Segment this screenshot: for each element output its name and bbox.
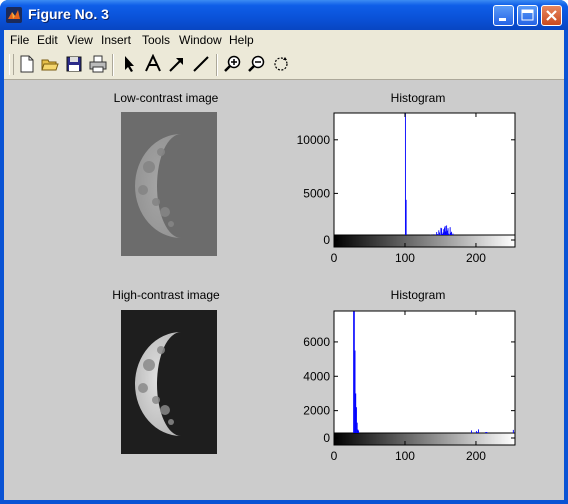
close-button[interactable]	[541, 5, 562, 26]
x-tick-label: 200	[466, 449, 486, 463]
insert-line-icon[interactable]	[191, 54, 211, 74]
client-area: File Edit View Insert Tools Window Help	[4, 30, 564, 500]
histogram-bar	[478, 429, 479, 433]
histogram-bar	[448, 233, 450, 235]
zoom-in-icon[interactable]	[223, 54, 243, 74]
y-tick-label: 6000	[303, 335, 330, 349]
menu-insert[interactable]: Insert	[101, 33, 131, 47]
matlab-app-icon[interactable]	[6, 7, 22, 23]
insert-text-icon[interactable]	[143, 54, 163, 74]
y-tick-label: 2000	[303, 404, 330, 418]
y-tick-label: 5000	[303, 186, 330, 200]
histogram-chart-bottom: 0 2000 4000 6000 0 100 200	[303, 310, 516, 463]
menu-bar: File Edit View Insert Tools Window Help	[4, 30, 564, 50]
histogram-bar	[452, 233, 454, 235]
toolbar-grip[interactable]	[9, 54, 14, 75]
maximize-button[interactable]	[517, 5, 538, 26]
x-tick-label: 0	[331, 251, 338, 265]
histogram-bar	[451, 231, 453, 235]
histogram-bar	[436, 234, 438, 235]
histogram-chart-top: 0 5000 10000 0 100 200	[297, 112, 516, 265]
plot-area	[333, 310, 516, 446]
rotate-3d-icon[interactable]	[271, 54, 291, 74]
zoom-out-icon[interactable]	[247, 54, 267, 74]
insert-arrow-icon[interactable]	[167, 54, 187, 74]
histogram-title-top: Histogram	[390, 91, 446, 105]
toolbar-separator	[112, 54, 114, 76]
select-arrow-icon[interactable]	[119, 54, 139, 74]
menu-view[interactable]: View	[67, 33, 93, 47]
histogram-bar	[441, 228, 443, 235]
menu-file[interactable]: File	[10, 33, 29, 47]
histogram-bar	[476, 431, 478, 433]
y-tick-label: 4000	[303, 369, 330, 383]
x-tick-label: 100	[395, 449, 415, 463]
y-tick-label: 0	[323, 233, 330, 247]
histogram-bar	[358, 430, 360, 433]
print-icon[interactable]	[88, 54, 108, 74]
histogram-bar	[486, 432, 488, 433]
close-icon	[546, 10, 557, 21]
x-tick-label: 100	[395, 251, 415, 265]
minimize-icon	[499, 18, 506, 21]
open-folder-icon[interactable]	[40, 54, 60, 74]
histogram-bar	[433, 234, 435, 235]
figure-window: Figure No. 3 File Edit View Insert Tools…	[0, 0, 568, 504]
high-contrast-image-title: High-contrast image	[112, 288, 220, 302]
histogram-bar	[470, 430, 472, 433]
grayscale-colorbar	[333, 234, 516, 248]
new-file-icon[interactable]	[17, 54, 37, 74]
menu-window[interactable]: Window	[179, 33, 222, 47]
plot-area	[333, 112, 516, 248]
minimize-button[interactable]	[493, 5, 514, 26]
high-contrast-moon-image	[121, 310, 217, 454]
y-tick-label: 10000	[297, 133, 331, 147]
title-bar[interactable]: Figure No. 3	[0, 0, 568, 30]
grayscale-colorbar	[333, 432, 516, 446]
toolbar-separator	[216, 54, 218, 76]
x-tick-label: 0	[331, 449, 338, 463]
x-tick-label: 200	[466, 251, 486, 265]
save-icon[interactable]	[64, 54, 84, 74]
menu-tools[interactable]: Tools	[142, 33, 170, 47]
histogram-bar	[405, 199, 407, 235]
maximize-icon	[521, 9, 534, 21]
y-tick-label: 0	[323, 431, 330, 445]
figure-canvas: Low-contrast image Histogram High-contra…	[4, 81, 564, 500]
low-contrast-image-title: Low-contrast image	[113, 91, 219, 105]
histogram-bar	[512, 429, 514, 433]
histogram-title-bottom: Histogram	[390, 288, 446, 302]
menu-edit[interactable]: Edit	[37, 33, 58, 47]
toolbar	[4, 50, 564, 80]
low-contrast-moon-image	[121, 112, 217, 256]
window-title: Figure No. 3	[28, 6, 109, 22]
histogram-bar	[473, 432, 475, 433]
menu-help[interactable]: Help	[229, 33, 254, 47]
